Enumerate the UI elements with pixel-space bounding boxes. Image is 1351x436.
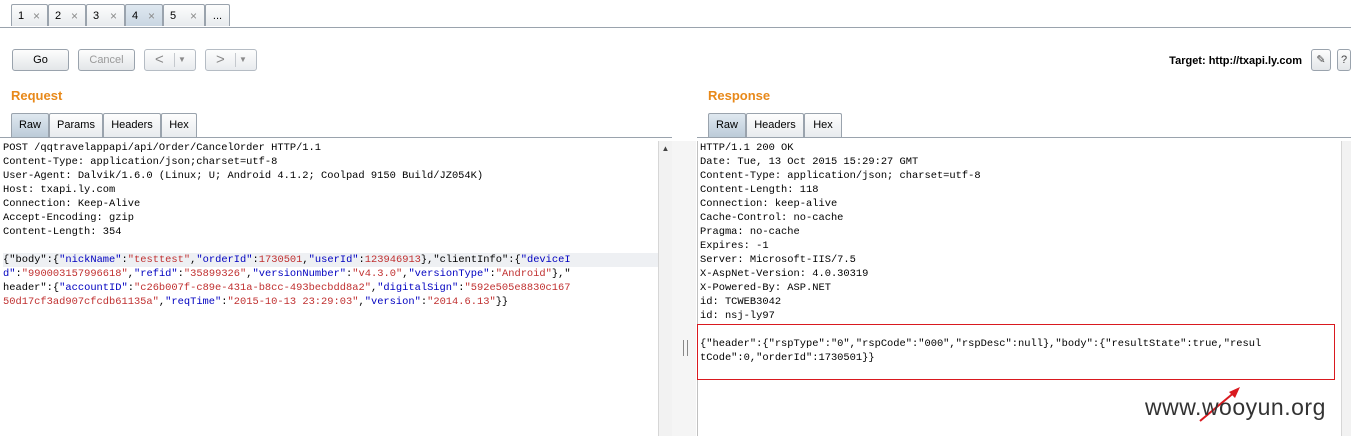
forward-arrow-icon: >	[216, 51, 225, 68]
request-title: Request	[11, 88, 63, 103]
response-title: Response	[708, 88, 771, 103]
close-icon[interactable]: ×	[110, 5, 117, 27]
request-header: Host: txapi.ly.com	[3, 184, 116, 196]
response-header: Expires: -1	[700, 240, 769, 252]
response-header: Connection: keep-alive	[700, 198, 838, 210]
request-tab-raw[interactable]: Raw	[11, 113, 49, 137]
request-header: Connection: Keep-Alive	[3, 198, 141, 210]
request-header: Content-Length: 354	[3, 226, 122, 238]
response-header: Cache-Control: no-cache	[700, 212, 844, 224]
request-line: POST /qqtravelappapi/api/Order/CancelOrd…	[3, 142, 322, 154]
request-tab-baseline	[0, 137, 672, 138]
request-tab-params[interactable]: Params	[49, 113, 103, 137]
request-scrollbar[interactable]: ▲	[658, 141, 672, 436]
response-header: id: nsj-ly97	[700, 310, 775, 322]
response-header: id: TCWEB3042	[700, 296, 782, 308]
edit-icon[interactable]: ✎	[1311, 49, 1331, 71]
status-line: HTTP/1.1 200 OK	[700, 142, 794, 154]
response-tab-headers[interactable]: Headers	[746, 113, 804, 137]
request-tab-headers[interactable]: Headers	[103, 113, 161, 137]
request-tab-hex[interactable]: Hex	[161, 113, 197, 137]
request-body-line: 50d17cf3ad907cfcdb61135a","reqTime":"201…	[3, 296, 509, 308]
forward-button[interactable]: > ▼	[205, 49, 257, 71]
close-icon[interactable]: ×	[33, 5, 40, 27]
tab-strip: 1 × 2 × 3 × 4 × 5 × ...	[0, 0, 1351, 28]
request-header: Accept-Encoding: gzip	[3, 212, 134, 224]
response-scrollbar[interactable]	[1341, 141, 1351, 436]
watermark: www.wooyun.org	[1145, 394, 1326, 420]
response-header: Content-Length: 118	[700, 184, 819, 196]
response-tab-baseline	[697, 137, 1351, 138]
close-icon[interactable]: ×	[148, 5, 155, 27]
tab-1[interactable]: 1 ×	[11, 4, 48, 26]
scroll-up-icon[interactable]: ▲	[660, 143, 671, 154]
tab-new[interactable]: ...	[205, 4, 230, 26]
go-button[interactable]: Go	[12, 49, 69, 71]
tab-label: 2	[55, 10, 62, 22]
highlight-box	[697, 324, 1335, 380]
tab-3[interactable]: 3 ×	[86, 4, 125, 26]
cancel-button[interactable]: Cancel	[78, 49, 135, 71]
tab-label: 3	[93, 10, 100, 22]
tab-5[interactable]: 5 ×	[163, 4, 205, 26]
response-tab-raw[interactable]: Raw	[708, 113, 746, 137]
response-tab-hex[interactable]: Hex	[804, 113, 842, 137]
response-border	[697, 141, 698, 436]
dropdown-icon[interactable]: ▼	[178, 52, 186, 68]
pane-divider[interactable]	[672, 141, 696, 436]
tab-label: ...	[212, 10, 223, 22]
request-body-line: d":"990003157996618","refid":"35899326",…	[3, 268, 571, 280]
response-header: X-AspNet-Version: 4.0.30319	[700, 268, 869, 280]
request-body-line: {"body":{"nickName":"testtest","orderId"…	[3, 253, 658, 267]
back-button[interactable]: < ▼	[144, 49, 196, 71]
help-icon[interactable]: ?	[1337, 49, 1351, 71]
request-editor[interactable]: POST /qqtravelappapi/api/Order/CancelOrd…	[3, 141, 658, 309]
target-label: Target: http://txapi.ly.com	[1169, 55, 1302, 67]
response-header: Server: Microsoft-IIS/7.5	[700, 254, 856, 266]
response-header: Content-Type: application/json; charset=…	[700, 170, 981, 182]
response-header: Date: Tue, 13 Oct 2015 15:29:27 GMT	[700, 156, 919, 168]
divider-grip-icon[interactable]	[683, 340, 688, 356]
tab-4[interactable]: 4 ×	[125, 4, 163, 26]
tab-label: 4	[132, 10, 139, 22]
separator	[235, 53, 236, 67]
close-icon[interactable]: ×	[190, 5, 197, 27]
response-header: Pragma: no-cache	[700, 226, 800, 238]
separator	[174, 53, 175, 67]
close-icon[interactable]: ×	[71, 5, 78, 27]
tab-label: 1	[18, 10, 25, 22]
dropdown-icon[interactable]: ▼	[239, 52, 247, 68]
tab-label: 5	[170, 10, 177, 22]
response-header: X-Powered-By: ASP.NET	[700, 282, 831, 294]
request-header: User-Agent: Dalvik/1.6.0 (Linux; U; Andr…	[3, 170, 484, 182]
back-arrow-icon: <	[155, 51, 164, 68]
tab-2[interactable]: 2 ×	[48, 4, 86, 26]
request-body-line: header":{"accountID":"c26b007f-c89e-431a…	[3, 282, 571, 294]
request-header: Content-Type: application/json;charset=u…	[3, 156, 278, 168]
